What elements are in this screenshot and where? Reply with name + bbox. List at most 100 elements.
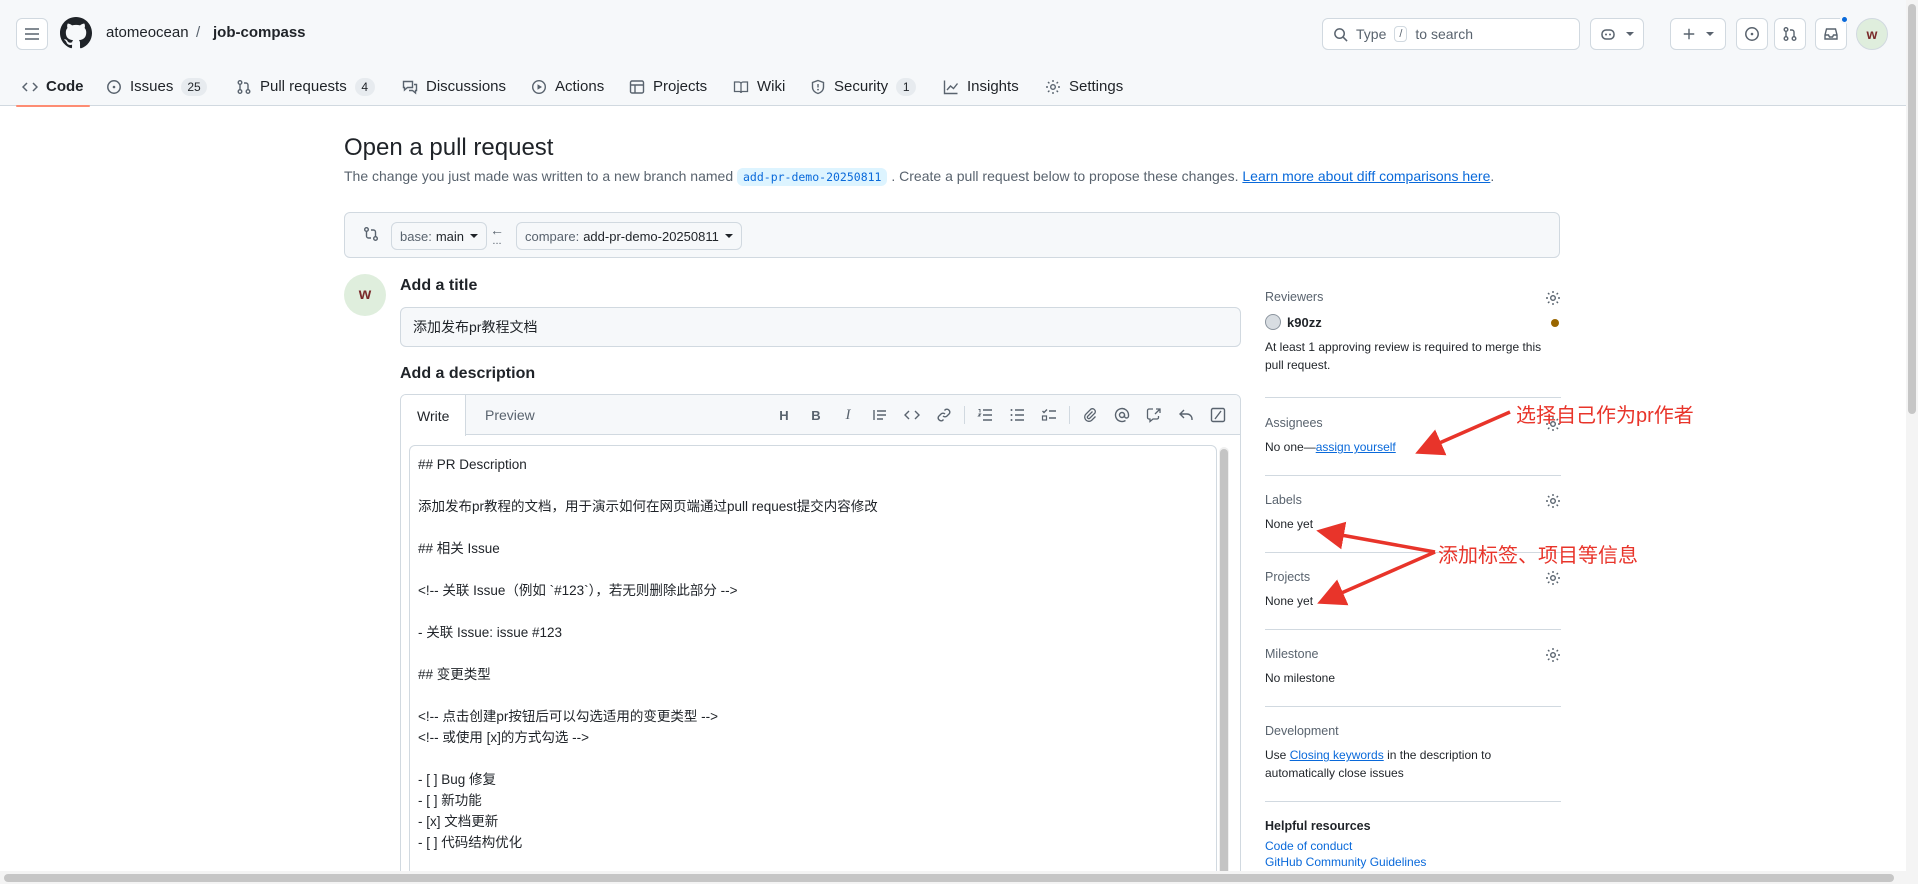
compare-value: add-pr-demo-20250811 bbox=[583, 228, 719, 244]
breadcrumb-owner[interactable]: atomeocean bbox=[106, 24, 189, 41]
assignees-prefix: No one— bbox=[1265, 440, 1316, 454]
subtitle-text: The change you just made was written to … bbox=[344, 168, 734, 184]
gear-icon[interactable] bbox=[1545, 647, 1561, 663]
create-new-button[interactable] bbox=[1670, 18, 1726, 50]
diff-comparisons-link[interactable]: Learn more about diff comparisons here bbox=[1242, 168, 1490, 184]
tab-pull-requests[interactable]: Pull requests 4 bbox=[236, 67, 375, 106]
gear-icon[interactable] bbox=[1545, 493, 1561, 509]
task-list-button[interactable] bbox=[1033, 405, 1065, 425]
tab-settings[interactable]: Settings bbox=[1045, 67, 1123, 106]
reply-icon bbox=[1179, 409, 1193, 420]
page-scrollbar-thumb-horizontal[interactable] bbox=[4, 874, 1894, 882]
slash-command-icon bbox=[1210, 407, 1226, 423]
menu-button[interactable] bbox=[16, 18, 48, 50]
git-pull-request-icon bbox=[237, 79, 251, 94]
tab-insights[interactable]: Insights bbox=[943, 67, 1019, 106]
page-scrollbar-thumb[interactable] bbox=[1908, 4, 1916, 414]
milestone-section: Milestone No milestone bbox=[1265, 647, 1561, 707]
add-description-label: Add a description bbox=[400, 365, 536, 382]
tab-code[interactable]: Code bbox=[16, 67, 89, 107]
assign-yourself-link[interactable]: assign yourself bbox=[1316, 440, 1396, 454]
chevron-down-icon bbox=[470, 234, 478, 238]
reviewer-name[interactable]: k90zz bbox=[1287, 315, 1322, 330]
saved-replies-button[interactable] bbox=[1170, 405, 1202, 425]
cross-reference-icon bbox=[1146, 408, 1161, 423]
editor-scrollbar-thumb[interactable] bbox=[1220, 449, 1228, 884]
attach-button[interactable] bbox=[1074, 405, 1106, 425]
italic-icon: I bbox=[845, 406, 851, 423]
tasklist-icon bbox=[1041, 409, 1056, 421]
chevron-down-icon bbox=[1626, 32, 1634, 36]
github-logo-icon[interactable] bbox=[60, 17, 92, 49]
author-avatar: w bbox=[344, 274, 386, 316]
security-counter: 1 bbox=[896, 77, 917, 96]
breadcrumb-repo[interactable]: job-compass bbox=[213, 24, 306, 41]
tab-write[interactable]: Write bbox=[401, 395, 467, 436]
paperclip-icon bbox=[1084, 408, 1096, 422]
tab-label: Code bbox=[46, 78, 84, 95]
heading-button[interactable]: H bbox=[768, 405, 800, 425]
code-button[interactable] bbox=[896, 405, 928, 425]
editor-scrollbar[interactable] bbox=[1219, 447, 1229, 884]
page-scrollbar-horizontal[interactable] bbox=[0, 871, 1906, 884]
search-suffix: to search bbox=[1415, 26, 1474, 42]
community-guidelines-link[interactable]: GitHub Community Guidelines bbox=[1265, 855, 1561, 869]
milestone-title: Milestone bbox=[1265, 647, 1319, 661]
unordered-list-button[interactable] bbox=[1001, 405, 1033, 425]
tab-discussions[interactable]: Discussions bbox=[402, 67, 506, 106]
cross-reference-button[interactable] bbox=[1138, 405, 1170, 425]
closing-keywords-link[interactable]: Closing keywords bbox=[1290, 748, 1384, 762]
development-text: Use Closing keywords in the description … bbox=[1265, 746, 1561, 782]
quote-button[interactable] bbox=[864, 405, 896, 425]
mention-button[interactable] bbox=[1106, 405, 1138, 425]
tab-wiki[interactable]: Wiki bbox=[733, 67, 785, 106]
tab-label: Actions bbox=[555, 78, 605, 95]
shield-icon bbox=[811, 79, 825, 94]
issue-opened-icon bbox=[1745, 27, 1759, 41]
tab-actions[interactable]: Actions bbox=[531, 67, 604, 106]
inbox-icon bbox=[1824, 28, 1838, 40]
search-shortcut-key: / bbox=[1394, 26, 1408, 42]
tab-preview[interactable]: Preview bbox=[469, 395, 551, 435]
bold-button[interactable]: B bbox=[800, 405, 832, 425]
projects-title: Projects bbox=[1265, 570, 1311, 584]
reviewers-section: Reviewers k90zz At least 1 approving rev… bbox=[1265, 290, 1561, 398]
tab-projects[interactable]: Projects bbox=[629, 67, 707, 106]
italic-button[interactable]: I bbox=[832, 405, 864, 425]
link-button[interactable] bbox=[928, 405, 960, 425]
code-of-conduct-link[interactable]: Code of conduct bbox=[1265, 839, 1561, 853]
table-icon bbox=[629, 79, 645, 94]
copilot-button[interactable] bbox=[1590, 18, 1644, 50]
graph-icon bbox=[943, 80, 959, 94]
tab-security[interactable]: Security 1 bbox=[810, 67, 917, 106]
toolbar-divider bbox=[964, 406, 965, 424]
gear-icon bbox=[1046, 79, 1060, 94]
base-branch-select[interactable]: base: main bbox=[391, 222, 487, 250]
hamburger-icon bbox=[25, 28, 39, 40]
compare-branch-select[interactable]: compare: add-pr-demo-20250811 bbox=[516, 222, 742, 250]
labels-title: Labels bbox=[1265, 493, 1302, 507]
assignees-value: No one—assign yourself bbox=[1265, 438, 1561, 456]
pull-requests-counter: 4 bbox=[354, 77, 375, 96]
numbered-list-button[interactable] bbox=[969, 405, 1001, 425]
tab-issues[interactable]: Issues 25 bbox=[106, 67, 207, 106]
pr-title-input[interactable]: 添加发布pr教程文档 bbox=[400, 307, 1241, 347]
slash-commands-button[interactable] bbox=[1202, 405, 1234, 425]
git-compare-icon bbox=[364, 227, 378, 241]
pending-review-indicator bbox=[1551, 319, 1559, 327]
gear-icon[interactable] bbox=[1545, 570, 1561, 586]
your-pull-requests-button[interactable] bbox=[1774, 18, 1806, 50]
link-icon bbox=[937, 408, 951, 422]
list-ordered-icon bbox=[977, 409, 992, 421]
mention-icon bbox=[1114, 407, 1130, 423]
page-scrollbar-vertical[interactable] bbox=[1906, 0, 1918, 884]
user-avatar[interactable]: w bbox=[1856, 18, 1888, 50]
search-input[interactable]: Type / to search bbox=[1322, 18, 1580, 50]
reviewers-note: At least 1 approving review is required … bbox=[1265, 340, 1542, 372]
arrow-left-icon: ← ... bbox=[490, 222, 504, 247]
your-issues-button[interactable] bbox=[1736, 18, 1768, 50]
gear-icon[interactable] bbox=[1545, 290, 1561, 306]
description-textarea[interactable]: ## PR Description 添加发布pr教程的文档，用于演示如何在网页端… bbox=[409, 445, 1217, 884]
description-editor: Write Preview H B I ## PR Description 添加… bbox=[400, 394, 1241, 884]
development-title: Development bbox=[1265, 724, 1339, 738]
